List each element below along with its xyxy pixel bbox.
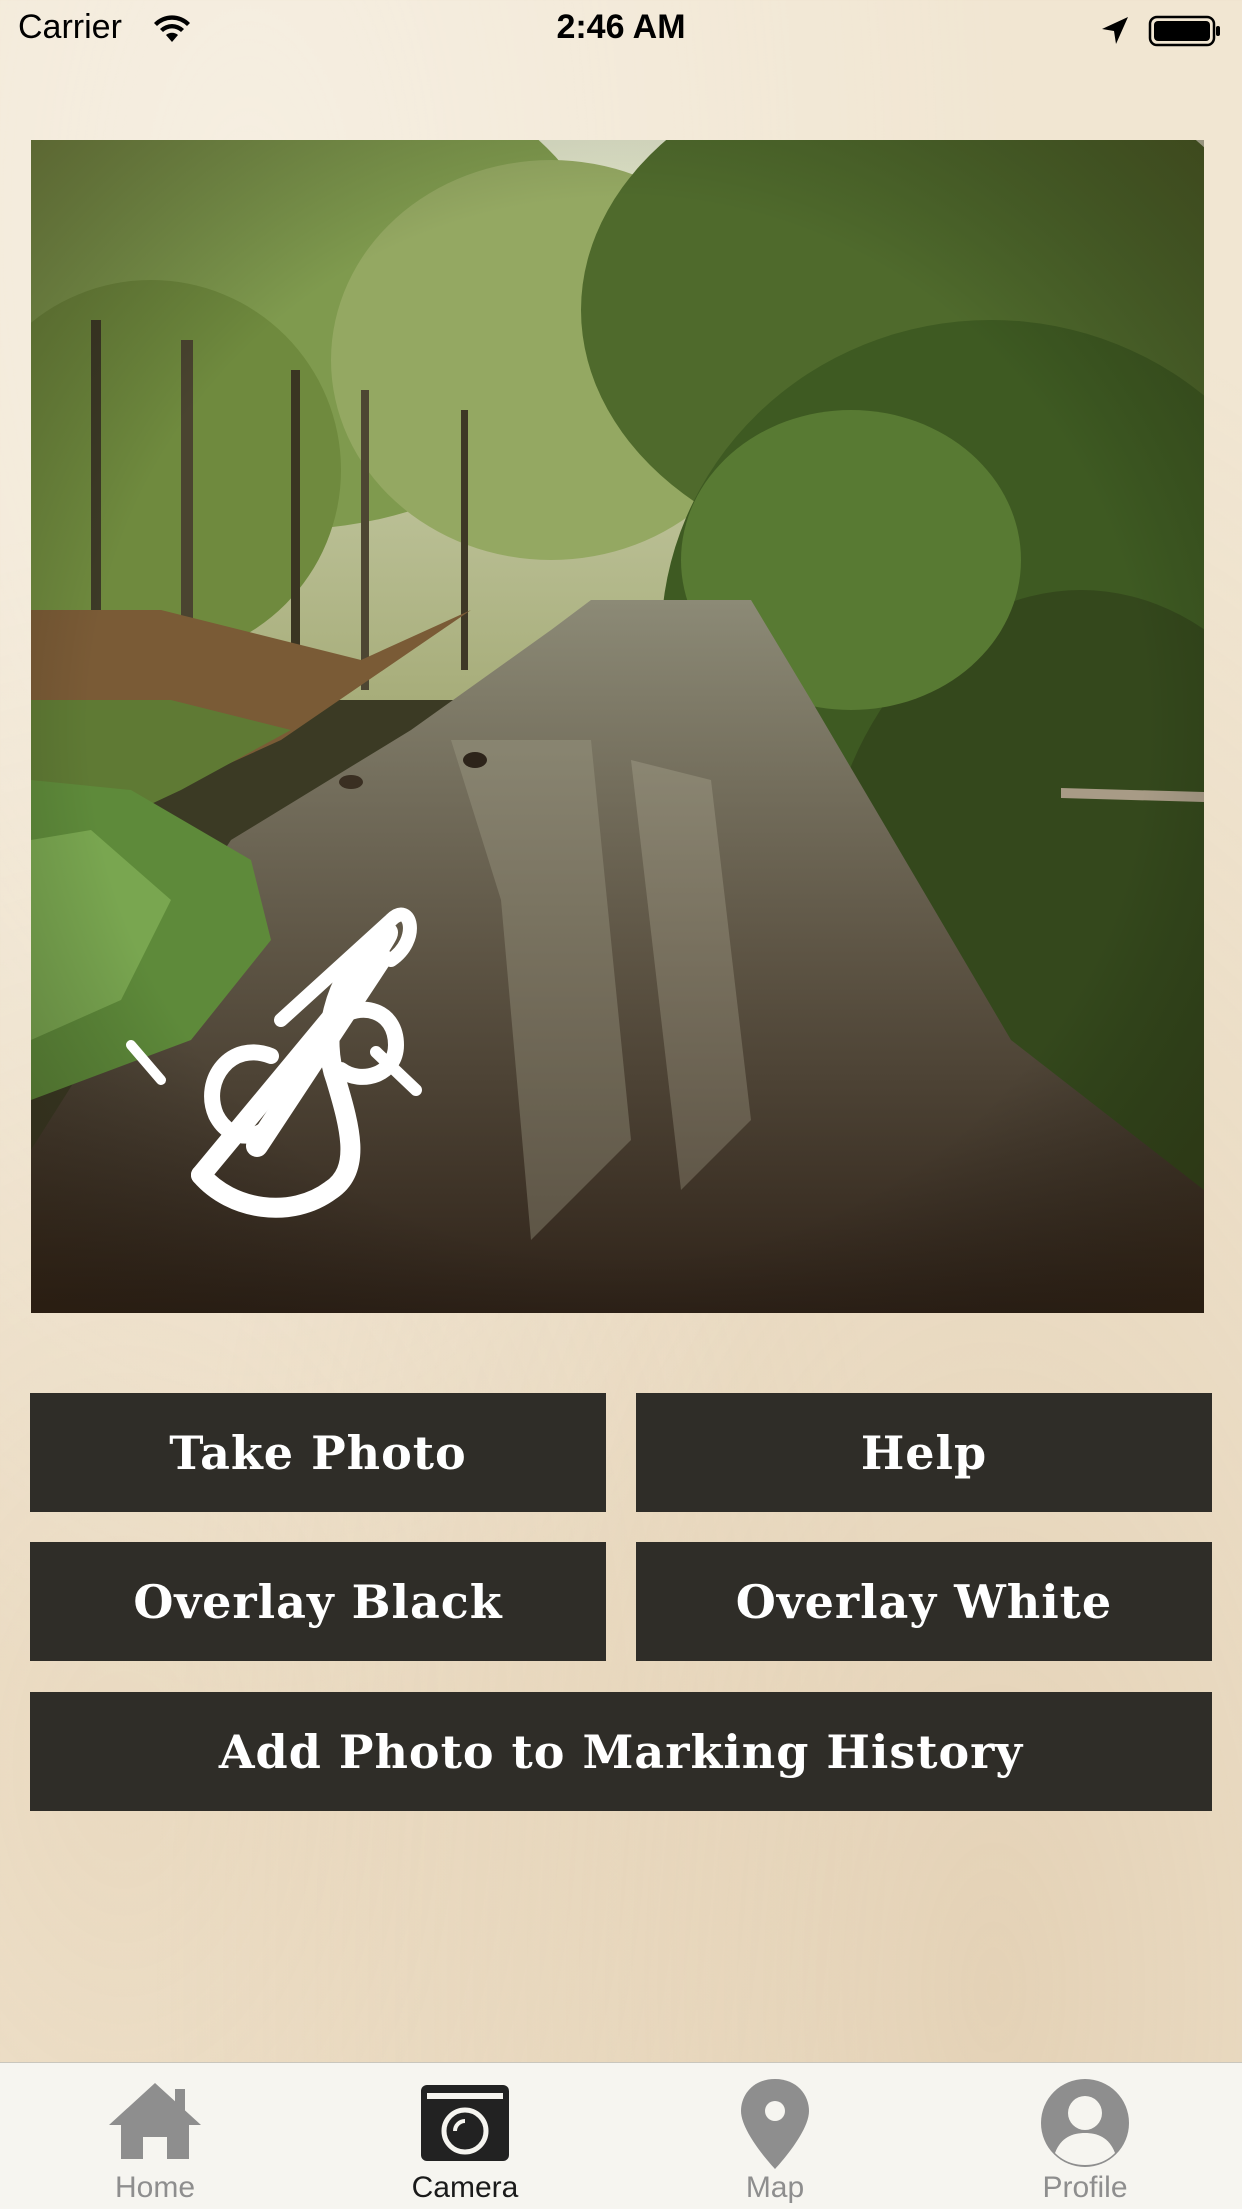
status-bar: Carrier 2:46 AM bbox=[0, 0, 1242, 60]
profile-icon bbox=[1041, 2079, 1129, 2167]
tab-camera-label: Camera bbox=[411, 2171, 519, 2204]
help-button[interactable]: Help bbox=[636, 1393, 1212, 1512]
captured-photo bbox=[31, 140, 1204, 1313]
take-photo-button[interactable]: Take Photo bbox=[30, 1393, 606, 1512]
clock-label: 2:46 AM bbox=[556, 8, 686, 46]
tab-profile[interactable]: Profile bbox=[930, 2063, 1240, 2209]
tab-home[interactable]: Home bbox=[0, 2063, 310, 2209]
overlay-black-button[interactable]: Overlay Black bbox=[30, 1542, 606, 1661]
tab-map[interactable]: Map bbox=[620, 2063, 930, 2209]
camera-icon bbox=[421, 2085, 509, 2161]
tab-home-label: Home bbox=[114, 2171, 196, 2204]
tab-bar: Home Camera Map Profile bbox=[0, 2062, 1242, 2209]
home-icon bbox=[109, 2083, 201, 2159]
tab-camera[interactable]: Camera bbox=[310, 2063, 620, 2209]
tab-profile-label: Profile bbox=[1042, 2171, 1128, 2204]
overlay-white-button[interactable]: Overlay White bbox=[636, 1542, 1212, 1661]
battery-icon bbox=[1148, 15, 1220, 47]
tab-map-label: Map bbox=[745, 2171, 805, 2204]
location-arrow-icon bbox=[1102, 17, 1128, 44]
map-pin-icon bbox=[741, 2079, 809, 2169]
add-to-history-button[interactable]: Add Photo to Marking History bbox=[30, 1692, 1212, 1811]
